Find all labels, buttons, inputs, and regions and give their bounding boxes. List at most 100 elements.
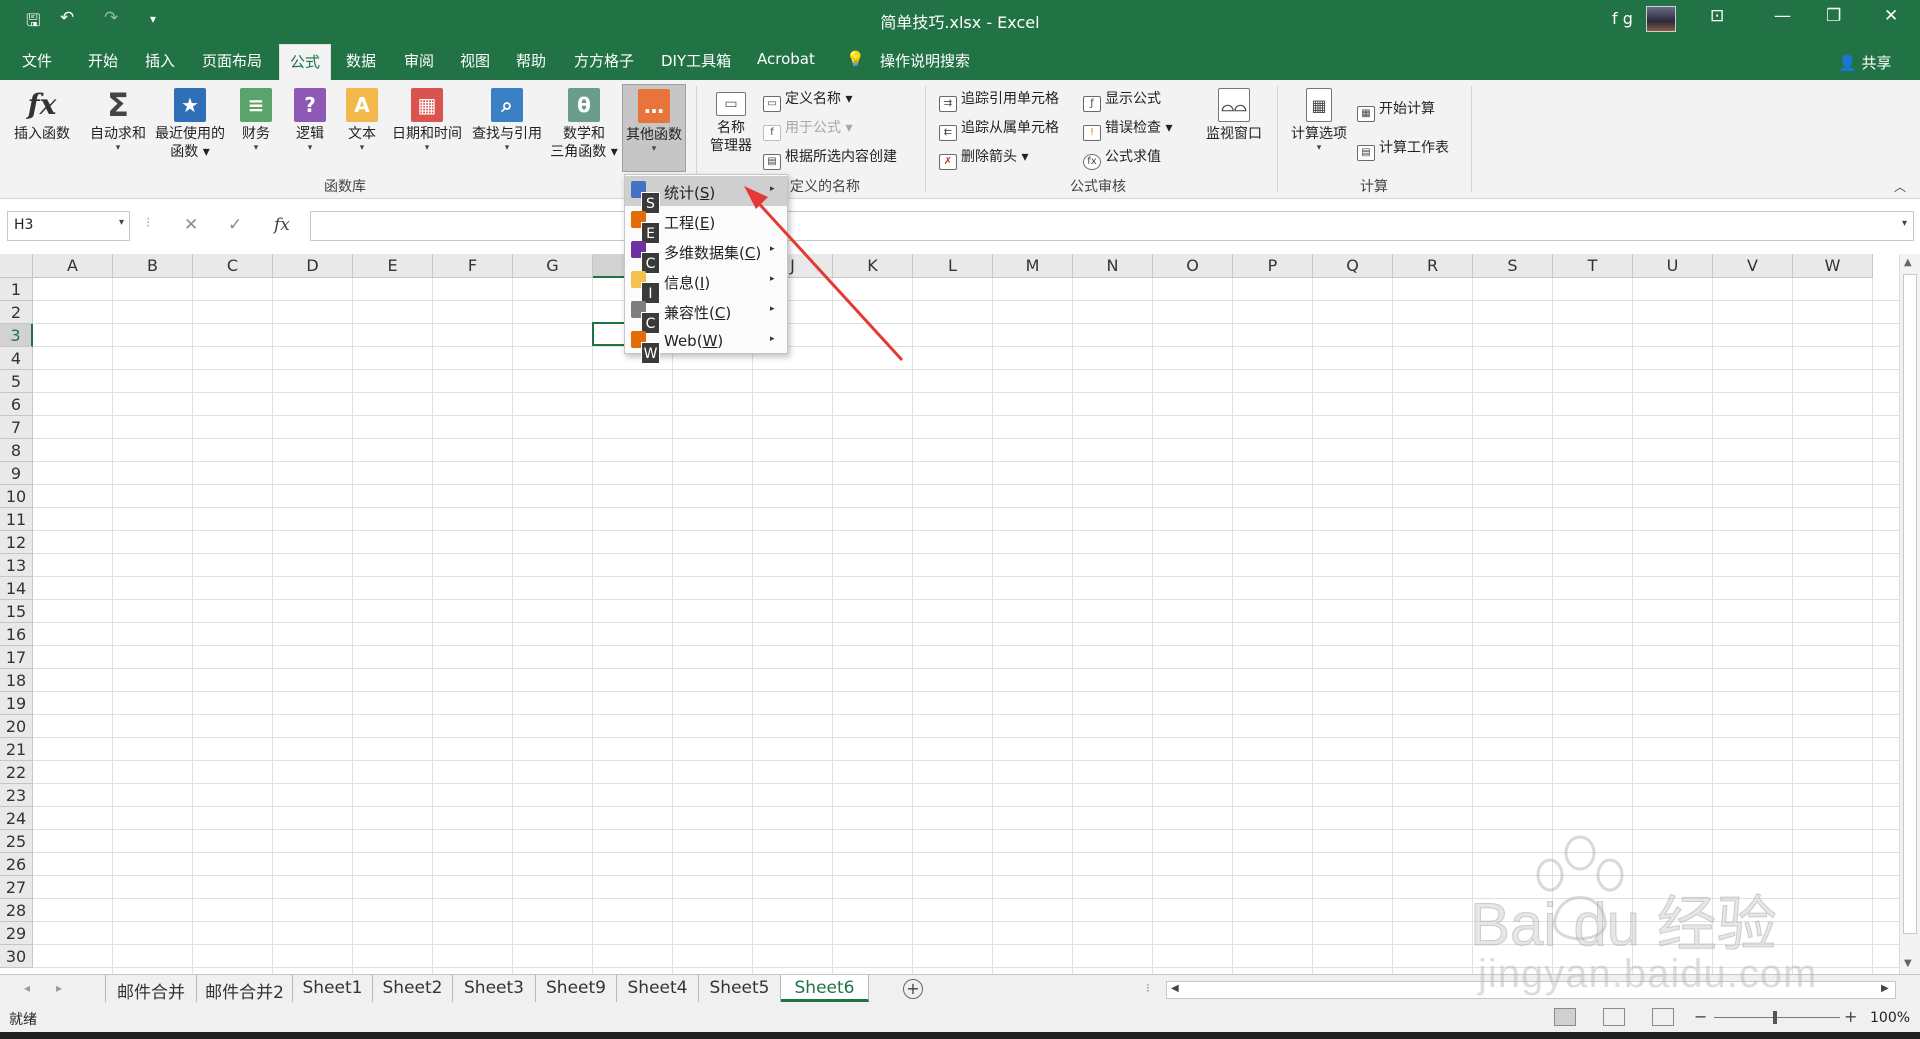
menu-item-web[interactable]: Web(W) ▸ W (625, 326, 787, 364)
page-break-view-icon[interactable] (1652, 1008, 1674, 1026)
row-header[interactable]: 26 (0, 853, 33, 876)
column-header[interactable]: N (1073, 254, 1153, 278)
zoom-in-icon[interactable]: + (1844, 1007, 1857, 1026)
evaluate-formula-button[interactable]: fx 公式求值 (1083, 146, 1161, 170)
calculate-sheet-button[interactable]: ▤ 计算工作表 (1357, 137, 1449, 161)
scroll-left-icon[interactable]: ◀ (1171, 983, 1179, 994)
error-checking-button[interactable]: ! 错误检查 ▾ (1083, 117, 1172, 141)
column-header[interactable]: V (1713, 254, 1793, 278)
vertical-scrollbar[interactable]: ▲ ▼ (1899, 254, 1920, 974)
zoom-out-icon[interactable]: − (1694, 1007, 1707, 1026)
column-header[interactable]: W (1793, 254, 1873, 278)
formula-input[interactable]: ▾ (310, 211, 1914, 241)
select-all-corner[interactable] (0, 254, 33, 278)
row-header[interactable]: 28 (0, 899, 33, 922)
column-header[interactable]: C (193, 254, 273, 278)
trace-dependents-button[interactable]: ⇇ 追踪从属单元格 (939, 117, 1059, 141)
close-icon[interactable]: ✕ (1884, 6, 1898, 26)
menu-item-statistical[interactable]: 统计(S) ▸ S (625, 176, 787, 214)
row-header[interactable]: 19 (0, 692, 33, 715)
tab-insert[interactable]: 插入 (145, 50, 175, 71)
tab-formulas[interactable]: 公式 (279, 44, 332, 80)
row-header[interactable]: 5 (0, 370, 33, 393)
column-header[interactable]: Q (1313, 254, 1393, 278)
enter-icon[interactable]: ✓ (228, 215, 242, 235)
zoom-slider[interactable] (1714, 1017, 1840, 1018)
scrollbar-thumb[interactable] (1903, 274, 1917, 934)
scroll-down-icon[interactable]: ▼ (1904, 958, 1912, 969)
share-button[interactable]: 👤 共享 (1838, 52, 1891, 73)
column-header[interactable]: R (1393, 254, 1473, 278)
tell-me-search[interactable]: 操作说明搜索 (880, 50, 970, 71)
row-header[interactable]: 22 (0, 761, 33, 784)
row-header[interactable]: 27 (0, 876, 33, 899)
menu-item-engineering[interactable]: 工程(E) E (625, 206, 787, 244)
tab-view[interactable]: 视图 (460, 50, 490, 71)
tab-page-layout[interactable]: 页面布局 (202, 50, 262, 71)
autosum-button[interactable]: Σ 自动求和 ▾ (86, 88, 150, 153)
menu-item-information[interactable]: 信息(I) ▸ I (625, 266, 787, 304)
splitter-handle-icon[interactable]: ⁝ (1146, 981, 1150, 995)
row-header[interactable]: 1 (0, 278, 33, 301)
tab-help[interactable]: 帮助 (516, 50, 546, 71)
financial-button[interactable]: ≡ 财务 ▾ (236, 88, 276, 153)
sheet-tab-active[interactable]: Sheet6 (781, 975, 869, 1002)
column-header[interactable]: F (433, 254, 513, 278)
column-header[interactable]: D (273, 254, 353, 278)
tab-diy-toolbox[interactable]: DIY工具箱 (661, 50, 731, 71)
sheet-tab[interactable]: Sheet1 (293, 975, 373, 1002)
sheet-tab[interactable]: Sheet9 (536, 975, 617, 1002)
row-header[interactable]: 2 (0, 301, 33, 324)
sheet-tab[interactable]: 邮件合并 (105, 975, 197, 1003)
column-header[interactable]: M (993, 254, 1073, 278)
zoom-level[interactable]: 100% (1870, 1010, 1910, 1026)
normal-view-icon[interactable] (1554, 1008, 1576, 1026)
lookup-reference-button[interactable]: ⌕ 查找与引用 ▾ (468, 88, 546, 153)
column-header[interactable]: A (33, 254, 113, 278)
recently-used-button[interactable]: ★ 最近使用的 函数 ▾ (152, 88, 228, 161)
row-header[interactable]: 25 (0, 830, 33, 853)
row-header[interactable]: 13 (0, 554, 33, 577)
row-header[interactable]: 7 (0, 416, 33, 439)
row-header[interactable]: 16 (0, 623, 33, 646)
tab-acrobat[interactable]: Acrobat (757, 50, 815, 68)
remove-arrows-button[interactable]: ✗ 删除箭头 ▾ (939, 146, 1028, 170)
minimize-icon[interactable]: — (1774, 6, 1791, 26)
restore-icon[interactable]: ❐ (1826, 6, 1841, 26)
use-in-formula-button[interactable]: f 用于公式 ▾ (763, 117, 852, 141)
column-header[interactable]: O (1153, 254, 1233, 278)
scroll-right-icon[interactable]: ▶ (1881, 983, 1889, 994)
cancel-icon[interactable]: ✕ (184, 215, 198, 235)
trace-precedents-button[interactable]: ⇉ 追踪引用单元格 (939, 88, 1059, 112)
row-header[interactable]: 4 (0, 347, 33, 370)
column-header[interactable]: B (113, 254, 193, 278)
row-header[interactable]: 23 (0, 784, 33, 807)
page-layout-view-icon[interactable] (1603, 1008, 1625, 1026)
expand-formula-icon[interactable]: ▾ (1902, 218, 1907, 229)
row-header[interactable]: 30 (0, 945, 33, 968)
text-button[interactable]: A 文本 ▾ (342, 88, 382, 153)
next-sheet-icon[interactable]: ▸ (56, 981, 62, 995)
column-header[interactable]: K (833, 254, 913, 278)
menu-item-compatibility[interactable]: 兼容性(C) ▸ C (625, 296, 787, 334)
sheet-tab[interactable]: Sheet2 (373, 975, 453, 1002)
insert-function-fx-icon[interactable]: fx (274, 215, 290, 235)
sheet-tab[interactable]: 邮件合并2 (197, 975, 293, 1003)
insert-function-button[interactable]: fx 插入函数 (8, 88, 76, 143)
scroll-up-icon[interactable]: ▲ (1904, 257, 1912, 268)
row-header[interactable]: 15 (0, 600, 33, 623)
sheet-tab[interactable]: Sheet5 (699, 975, 781, 1002)
tab-data[interactable]: 数据 (346, 50, 376, 71)
row-header[interactable]: 11 (0, 508, 33, 531)
row-header[interactable]: 3 (0, 324, 33, 347)
column-header[interactable]: E (353, 254, 433, 278)
cell-area[interactable] (33, 278, 1899, 974)
column-header[interactable]: T (1553, 254, 1633, 278)
name-manager-button[interactable]: ▭ 名称 管理器 (706, 92, 756, 155)
tab-fangfang[interactable]: 方方格子 (574, 50, 634, 71)
row-header[interactable]: 29 (0, 922, 33, 945)
tab-file[interactable]: 文件 (22, 50, 52, 71)
create-from-selection-button[interactable]: ▤ 根据所选内容创建 (763, 146, 897, 170)
show-formulas-button[interactable]: ƒ 显示公式 (1083, 88, 1161, 112)
logical-button[interactable]: ? 逻辑 ▾ (288, 88, 332, 153)
